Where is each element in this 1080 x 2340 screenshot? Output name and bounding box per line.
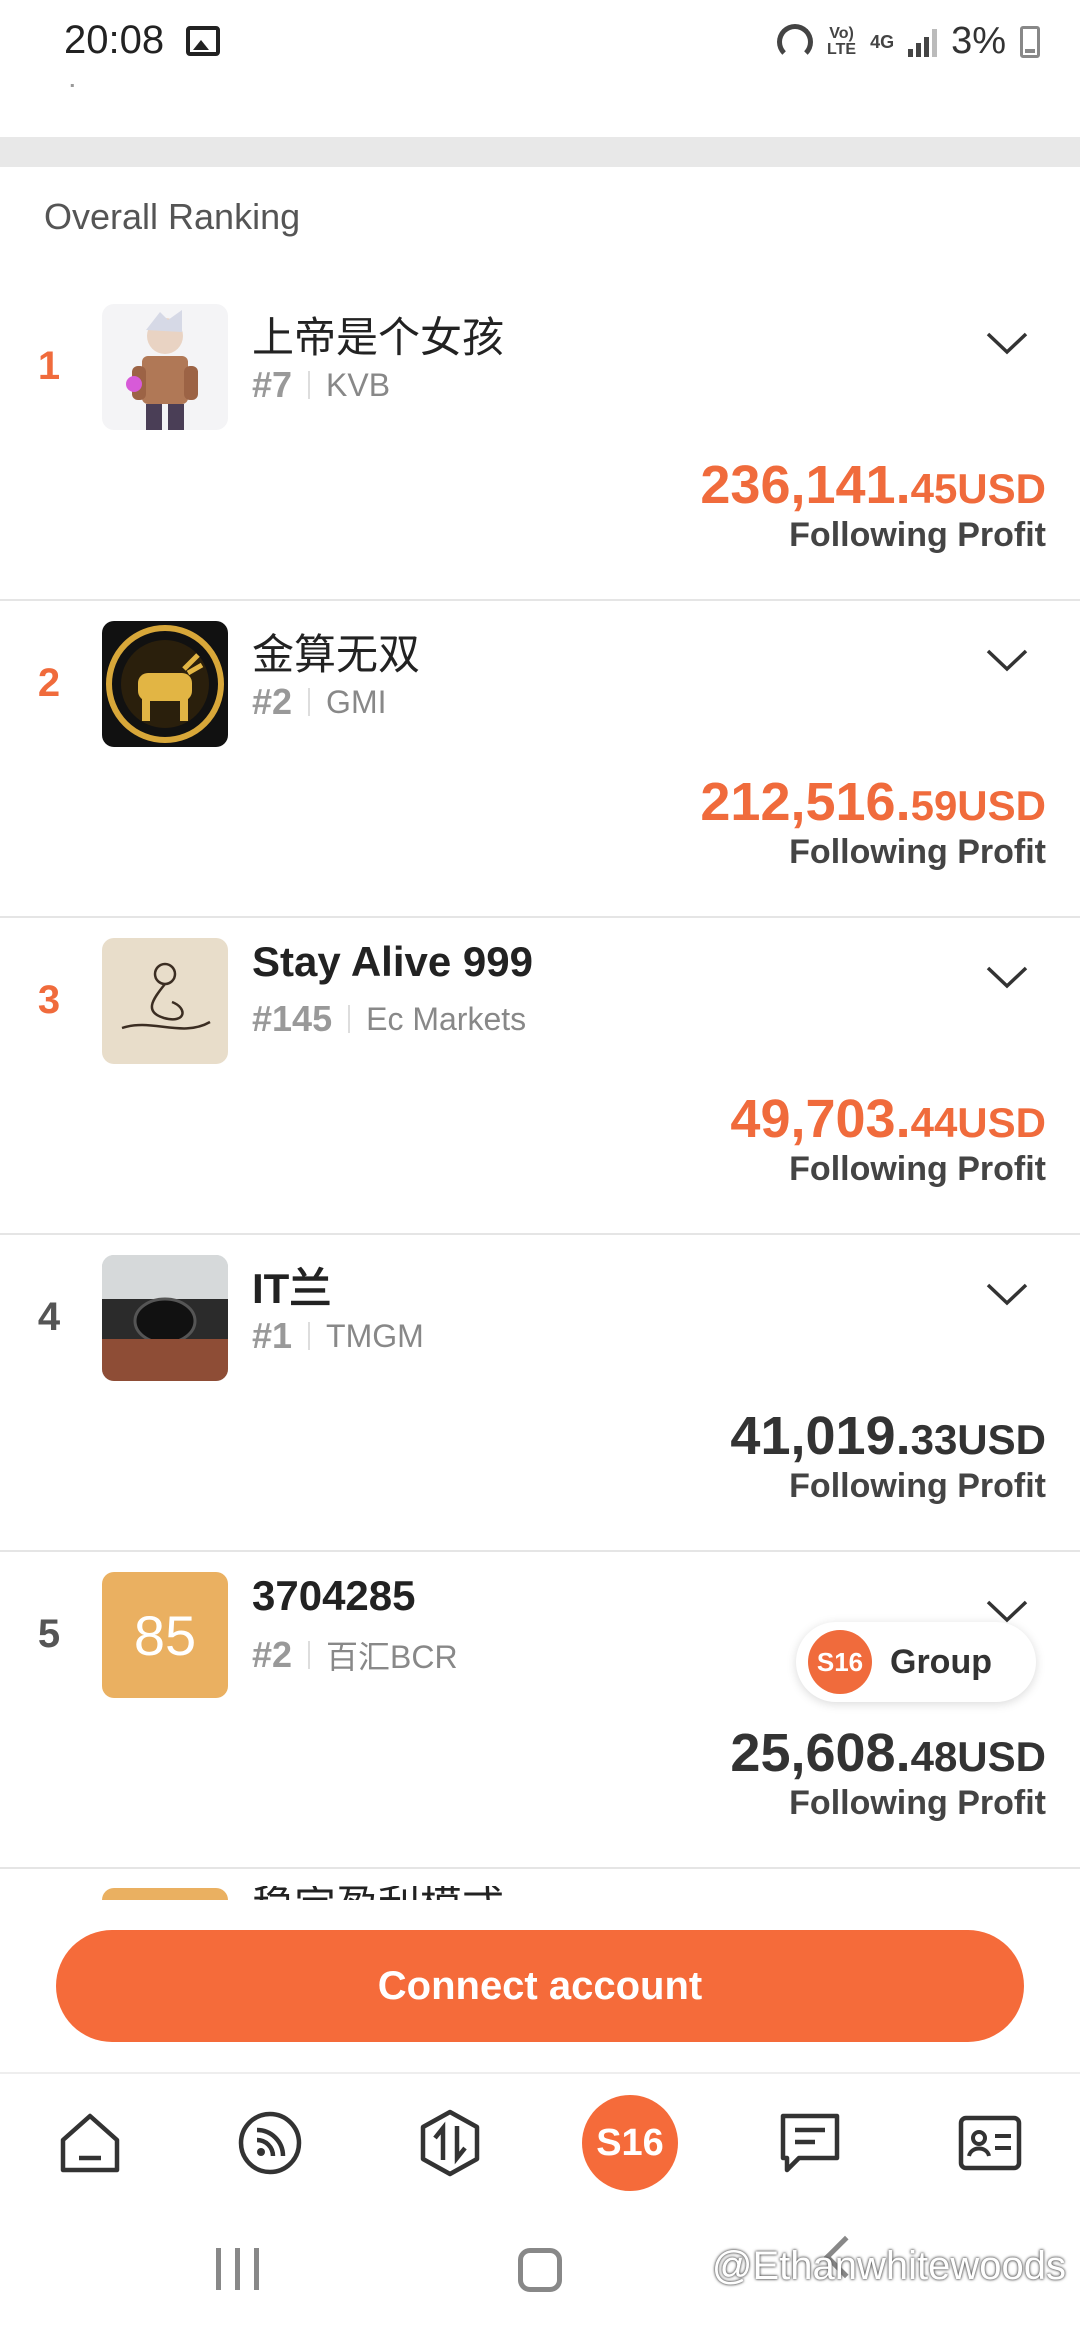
profit-value: 49,703.44USD — [730, 1089, 1046, 1149]
profit-value: 212,516.59USD — [700, 772, 1046, 832]
battery-percent: 3% — [951, 20, 1006, 62]
volte-icon: Vo) LTE — [827, 24, 857, 58]
broker-rank: #145 — [252, 998, 333, 1039]
broker-name: 百汇BCR — [326, 1639, 458, 1675]
profile-card-icon — [958, 2115, 1022, 2171]
avatar[interactable] — [102, 938, 228, 1064]
broker-name: KVB — [326, 366, 391, 403]
trader-meta: #2 GMI — [252, 681, 386, 723]
home-icon — [60, 2113, 120, 2173]
rank-number: 2 — [37, 661, 61, 705]
profit-label: Following Profit — [789, 1467, 1046, 1505]
s16-logo-icon: S16 — [808, 1630, 872, 1694]
meta-divider — [308, 1641, 311, 1669]
trader-name: 3704285 — [252, 1572, 416, 1619]
profit-value: 236,141.45USD — [700, 455, 1046, 515]
ranking-row[interactable]: 3 Stay Alive 999 #145 Ec Markets 49,703.… — [0, 918, 1080, 1235]
nav-home[interactable] — [40, 2093, 140, 2193]
broker-rank: #2 — [252, 681, 293, 722]
status-time: 20:08 — [64, 18, 165, 62]
chevron-down-icon[interactable] — [984, 1271, 1030, 1317]
connect-account-button[interactable]: Connect account — [56, 1930, 1024, 2042]
trader-name: 金算无双 — [252, 631, 421, 678]
chevron-down-icon[interactable] — [984, 320, 1030, 366]
image-notification-icon — [186, 26, 220, 56]
broker-name: GMI — [326, 683, 387, 720]
recent-apps-icon[interactable] — [216, 2248, 259, 2290]
nav-messages[interactable] — [760, 2093, 860, 2193]
profit-value: 25,608.48USD — [730, 1723, 1046, 1783]
group-label: Group — [890, 1642, 992, 1681]
profit-value: 41,019.33USD — [730, 1406, 1046, 1466]
trader-name: 上帝是个女孩 — [252, 314, 505, 361]
hotspot-icon — [777, 23, 814, 60]
group-button[interactable]: S16 Group — [796, 1622, 1036, 1702]
broker-rank: #7 — [252, 364, 293, 405]
ranking-row[interactable]: 5 85 3704285 #2 百汇BCR 25,608.48USD Follo… — [0, 1552, 1080, 1869]
meta-divider — [308, 688, 311, 716]
avatar[interactable] — [102, 621, 228, 747]
watermark: @Ethanwhitewoods — [711, 2244, 1066, 2288]
rank-number: 1 — [37, 344, 61, 388]
profit-label: Following Profit — [789, 1784, 1046, 1822]
trader-meta: #1 TMGM — [252, 1315, 424, 1357]
meta-divider — [348, 1005, 351, 1033]
broker-name: Ec Markets — [366, 1000, 527, 1037]
broker-rank: #2 — [252, 1634, 293, 1675]
trade-icon — [420, 2109, 480, 2177]
nav-profile[interactable] — [940, 2093, 1040, 2193]
ranking-row[interactable]: 2 金算无双 #2 GMI 212,516.59USD Following Pr… — [0, 601, 1080, 918]
broker-rank: #1 — [252, 1315, 293, 1356]
home-button-icon[interactable] — [518, 2248, 562, 2292]
nav-feed[interactable] — [220, 2093, 320, 2193]
message-icon — [780, 2113, 840, 2173]
rank-number: 3 — [37, 978, 61, 1022]
rss-icon — [238, 2111, 302, 2175]
signal-icon — [908, 27, 938, 57]
trader-name: Stay Alive 999 — [252, 938, 533, 985]
rank-number: 5 — [37, 1612, 61, 1656]
trader-meta: #7 KVB — [252, 364, 390, 406]
trader-meta: #2 百汇BCR — [252, 1632, 458, 1678]
chevron-down-icon[interactable] — [984, 637, 1030, 683]
trader-meta: #145 Ec Markets — [252, 998, 526, 1040]
bottom-nav: S16 — [0, 2072, 1080, 2212]
battery-icon — [1020, 25, 1040, 58]
section-divider — [0, 137, 1080, 167]
chevron-down-icon[interactable] — [984, 954, 1030, 1000]
status-icons: Vo) LTE 4G 3% — [777, 20, 1040, 63]
avatar[interactable] — [102, 304, 228, 430]
broker-name: TMGM — [326, 1317, 424, 1354]
profit-label: Following Profit — [789, 833, 1046, 871]
network-4g-icon: 4G — [870, 31, 895, 52]
s16-logo-icon: S16 — [582, 2095, 678, 2191]
meta-divider — [308, 1322, 311, 1350]
profit-label: Following Profit — [789, 1150, 1046, 1188]
status-bar: 20:08 Vo) LTE 4G 3% — [0, 0, 1080, 84]
section-title: Overall Ranking — [44, 196, 301, 237]
trader-name: IT兰 — [252, 1265, 332, 1312]
rank-number: 4 — [37, 1295, 61, 1339]
profit-label: Following Profit — [789, 516, 1046, 554]
avatar[interactable]: 85 — [102, 1572, 228, 1698]
meta-divider — [308, 371, 311, 399]
ranking-row[interactable]: 1 上帝是个女孩 #7 KVB 236,141.45USD Following … — [0, 284, 1080, 601]
nav-s16[interactable]: S16 — [580, 2093, 680, 2193]
ranking-row[interactable]: 4 IT兰 #1 TMGM 41,019.33USD Following Pro… — [0, 1235, 1080, 1552]
avatar[interactable] — [102, 1255, 228, 1381]
nav-trade[interactable] — [400, 2093, 500, 2193]
